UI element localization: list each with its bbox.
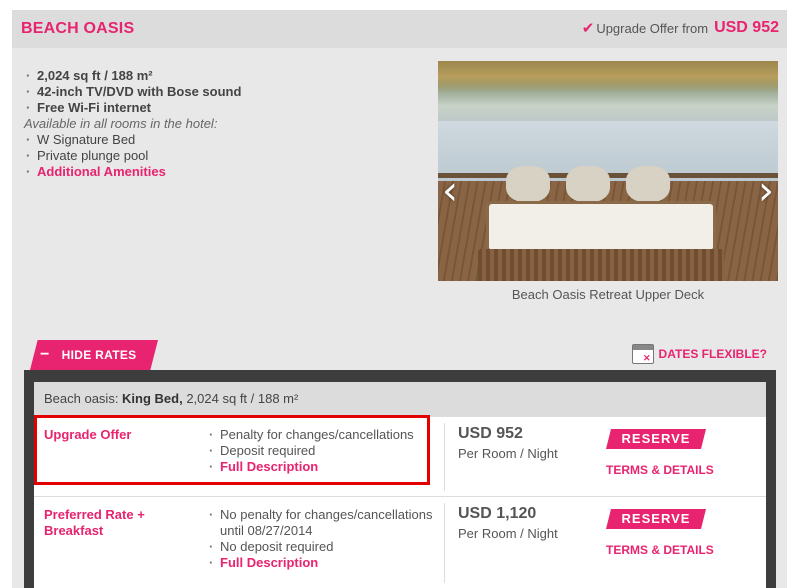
photo-stool [626, 166, 670, 202]
rate-row: Preferred Rate + Breakfast No penalty fo… [34, 496, 766, 588]
rate-notes: No penalty for changes/cancellations unt… [208, 507, 438, 571]
room-header: BEACH OASIS ✔ Upgrade Offer from USD 952 [12, 10, 787, 48]
minus-icon: − [40, 346, 50, 363]
room-card: BEACH OASIS ✔ Upgrade Offer from USD 952… [12, 10, 787, 588]
upgrade-price: USD 952 [714, 19, 779, 36]
reserve-button[interactable]: RESERVE [606, 429, 706, 449]
highlight-box [34, 415, 430, 485]
next-arrow-icon[interactable]: › [758, 171, 774, 211]
feature-item: Free Wi-Fi internet [24, 100, 241, 116]
hide-rates-label: HIDE RATES [61, 348, 137, 362]
photo-caption: Beach Oasis Retreat Upper Deck [438, 281, 778, 309]
rate-per: Per Room / Night [458, 446, 558, 461]
dates-flexible-link[interactable]: ✕ DATES FLEXIBLE? [631, 344, 767, 364]
amenity-item: W Signature Bed [24, 132, 241, 148]
rate-note: No penalty for changes/cancellations unt… [208, 507, 438, 539]
rates-inner: Beach oasis: King Bed, 2,024 sq ft / 188… [34, 382, 766, 588]
rate-divider [444, 503, 445, 583]
rate-divider [444, 423, 445, 491]
rate-note: No deposit required [208, 539, 438, 555]
upgrade-label: Upgrade Offer from [596, 20, 709, 36]
upgrade-offer-summary: ✔ Upgrade Offer from USD 952 [582, 19, 779, 37]
rate-amount: USD 952 [458, 425, 523, 442]
feature-item: 42-inch TV/DVD with Bose sound [24, 84, 241, 100]
photo-stool [506, 166, 550, 202]
rates-header-bed: King Bed, [122, 391, 183, 406]
checkmark-icon: ✔ [581, 20, 595, 37]
rate-price: USD 1,120 Per Room / Night [458, 505, 558, 541]
photo-stool [566, 166, 610, 202]
terms-details-link[interactable]: TERMS & DETAILS [606, 463, 714, 477]
room-features: 2,024 sq ft / 188 m² 42-inch TV/DVD with… [24, 68, 241, 180]
rates-header-prefix: Beach oasis: [44, 391, 123, 406]
terms-details-link[interactable]: TERMS & DETAILS [606, 543, 714, 557]
rate-name[interactable]: Preferred Rate + Breakfast [44, 507, 174, 539]
room-photo-carousel: ‹ › Beach Oasis Retreat Upper Deck [438, 61, 778, 309]
rates-header: Beach oasis: King Bed, 2,024 sq ft / 188… [34, 382, 766, 416]
amenity-item: Private plunge pool [24, 148, 241, 164]
rate-amount: USD 1,120 [458, 505, 537, 522]
dates-flexible-label: DATES FLEXIBLE? [658, 347, 767, 361]
rate-per: Per Room / Night [458, 526, 558, 541]
rates-header-size: 2,024 sq ft / 188 m² [182, 391, 299, 406]
full-description-link[interactable]: Full Description [208, 555, 438, 571]
calendar-icon: ✕ [631, 344, 654, 364]
prev-arrow-icon[interactable]: ‹ [442, 171, 458, 211]
available-label: Available in all rooms in the hotel: [24, 116, 218, 131]
room-title: BEACH OASIS [21, 20, 135, 37]
reserve-button[interactable]: RESERVE [606, 509, 706, 529]
rate-price: USD 952 Per Room / Night [458, 425, 558, 461]
photo-sofa [486, 201, 716, 253]
hide-rates-button[interactable]: − HIDE RATES [30, 340, 158, 370]
feature-item: 2,024 sq ft / 188 m² [24, 68, 241, 84]
additional-amenities-link[interactable]: Additional Amenities [24, 164, 241, 180]
photo-roof [438, 61, 778, 93]
